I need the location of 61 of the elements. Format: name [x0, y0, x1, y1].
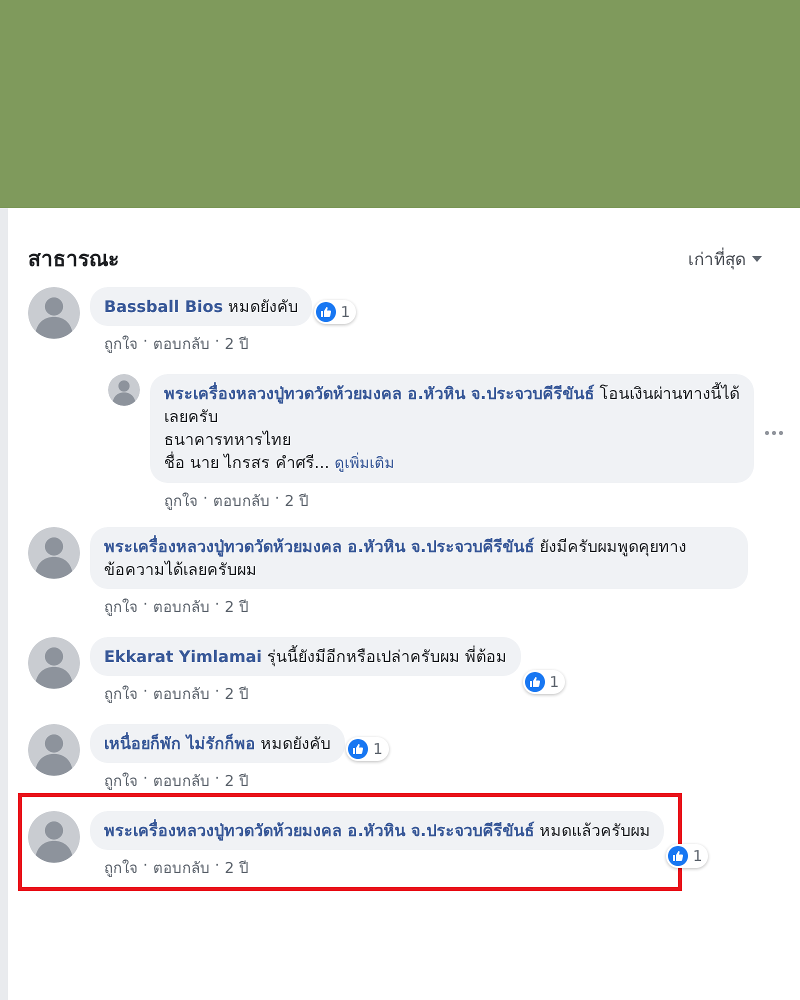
reaction-badge[interactable]: 1 — [314, 300, 356, 324]
action-link[interactable]: ตอบกลับ — [152, 769, 210, 793]
separator-dot: · — [214, 332, 220, 352]
comment-time[interactable]: 2 ปี — [284, 489, 309, 513]
author-link[interactable]: พระเครื่องหลวงปู่ทวดวัดห้วยมงคล อ.หัวหิน จ.ประจวบคีรีขันธ์ — [104, 821, 534, 840]
separator-dot: · — [143, 682, 148, 702]
comment-time[interactable]: 2 ปี — [224, 856, 249, 880]
action-link[interactable]: ตอบกลับ — [152, 595, 210, 619]
caret-icon — [752, 256, 762, 262]
separator-dot: · — [143, 595, 148, 615]
section-title: สาธารณะ — [28, 246, 119, 273]
separator-dot: · — [143, 769, 148, 789]
action-link[interactable]: ถูกใจ — [104, 769, 138, 793]
separator-dot: · — [214, 595, 220, 615]
action-link[interactable]: ตอบกลับ — [152, 856, 210, 880]
separator-dot: · — [203, 489, 208, 509]
see-more-link[interactable]: ดูเพิ่มเติม — [334, 454, 395, 472]
comment-bubble: พระเครื่องหลวงปู่ทวดวัดห้วยมงคล อ.หัวหิน จ.ประจวบคีรีขันธ์ ยังมีครับผมพูดคุยทางข้อความได้เลยครับผม — [90, 527, 748, 589]
comment-time[interactable]: 2 ปี — [224, 682, 249, 706]
separator-dot: · — [214, 856, 220, 876]
reaction-badge[interactable]: 1 — [666, 844, 708, 868]
author-link[interactable]: พระเครื่องหลวงปู่ทวดวัดห้วยมงคล อ.หัวหิน จ.ประจวบคีรีขันธ์ — [104, 537, 534, 556]
comment-bubble: พระเครื่องหลวงปู่ทวดวัดห้วยมงคล อ.หัวหิน จ.ประจวบคีรีขันธ์ หมดแล้วครับผม — [90, 811, 664, 850]
avatar[interactable] — [108, 374, 140, 406]
comment-time[interactable]: 2 ปี — [224, 769, 249, 793]
separator-dot: · — [214, 682, 220, 702]
action-link[interactable]: ถูกใจ — [104, 682, 138, 706]
comment-time[interactable]: 2 ปี — [224, 595, 249, 619]
sort-dropdown[interactable]: เก่าที่สุด — [688, 245, 762, 272]
action-link[interactable]: ถูกใจ — [164, 489, 198, 513]
author-link[interactable]: Ekkarat Yimlamai — [104, 647, 262, 666]
author-link[interactable]: Bassball Bios — [104, 297, 224, 316]
author-link[interactable]: เหนื่อยก็พัก ไม่รักก็พอ — [104, 734, 256, 753]
action-link[interactable]: ถูกใจ — [104, 595, 138, 619]
like-icon — [316, 302, 336, 322]
reaction-badge[interactable]: 1 — [522, 670, 566, 694]
comment-bubble: Bassball Bios หมดยังคับ — [90, 287, 312, 326]
comment-bubble: Ekkarat Yimlamai รุ่นนี้ยังมีอีกหรือเปล่าครับผม พี่ต้อม — [90, 637, 522, 676]
separator-dot: · — [274, 489, 280, 509]
avatar[interactable] — [28, 527, 80, 579]
comment-bubble: พระเครื่องหลวงปู่ทวดวัดห้วยมงคล อ.หัวหิน จ.ประจวบคีรีขันธ์ โอนเงินผ่านทางนี้ได้เลยครับ ธนาคารทหารไทย ชื่อ นาย ไกรสร คำศรี... ดูเพิ่มเติม — [150, 374, 754, 483]
separator-dot: · — [214, 769, 220, 789]
author-link[interactable]: พระเครื่องหลวงปู่ทวดวัดห้วยมงคล อ.หัวหิน จ.ประจวบคีรีขันธ์ — [164, 384, 594, 403]
avatar[interactable] — [28, 637, 80, 689]
like-icon — [668, 846, 688, 866]
action-link[interactable]: ตอบกลับ — [212, 489, 270, 513]
action-link[interactable]: ตอบกลับ — [152, 332, 210, 356]
avatar[interactable] — [28, 811, 80, 863]
comment-bubble: เหนื่อยก็พัก ไม่รักก็พอ หมดยังคับ — [90, 724, 345, 763]
like-icon — [524, 672, 545, 692]
more-options-icon[interactable] — [764, 430, 784, 436]
action-link[interactable]: ถูกใจ — [104, 332, 138, 356]
avatar[interactable] — [28, 287, 80, 339]
avatar[interactable] — [28, 724, 80, 776]
action-link[interactable]: ตอบกลับ — [152, 682, 210, 706]
separator-dot: · — [143, 332, 148, 352]
like-icon — [348, 739, 368, 759]
separator-dot: · — [143, 856, 148, 876]
comment-time[interactable]: 2 ปี — [224, 332, 249, 356]
action-link[interactable]: ถูกใจ — [104, 856, 138, 880]
reaction-badge[interactable]: 1 — [346, 737, 389, 761]
